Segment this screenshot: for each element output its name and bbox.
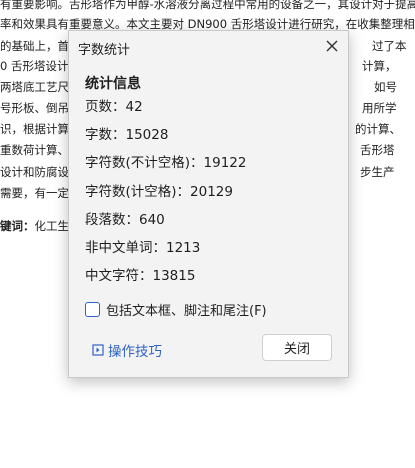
close-icon[interactable] (324, 38, 340, 54)
document-line-fragment: 如号 (374, 80, 397, 94)
tips-icon (92, 344, 104, 356)
document-line-fragment: 用所学 (362, 101, 397, 115)
tips-link[interactable]: 操作技巧 (92, 340, 162, 360)
include-textboxes-checkbox[interactable] (85, 301, 100, 317)
document-line-fragment: 舌形塔 (360, 143, 395, 157)
document-line-fragment: 计算， (362, 59, 397, 73)
tips-label[interactable]: 操作技巧 (108, 340, 162, 360)
document-line-fragment: 的计算、 (355, 122, 401, 136)
stat-chars-with-spaces: 字符数(计空格)：20129 (85, 184, 233, 200)
stat-chinese-chars: 中文字符：13815 (85, 268, 196, 284)
word-count-dialog: 字数统计 统计信息 页数：42 字数：15028 字符数(不计空格)：19122… (68, 30, 349, 378)
stat-non-chinese-words: 非中文单词：1213 (85, 240, 201, 256)
stat-words: 字数：15028 (85, 127, 169, 143)
stat-paragraphs: 段落数：640 (85, 212, 165, 228)
include-textboxes-option[interactable]: 包括文本框、脚注和尾注(F) (85, 300, 267, 319)
document-line: 有重要影响。舌形塔作为甲醇-水溶液分离过程中常用的设备之一，其设计对于提高 (0, 0, 415, 11)
document-line-fragment: 步生产 (360, 165, 395, 179)
keywords-label: 键词： (0, 219, 35, 233)
close-button[interactable]: 关闭 (262, 334, 332, 361)
dialog-title: 字数统计 (78, 43, 131, 58)
stat-chars-no-spaces: 字符数(不计空格)：19122 (85, 155, 247, 171)
document-line-fragment: 过了本 (372, 39, 407, 53)
include-textboxes-label[interactable]: 包括文本框、脚注和尾注(F) (106, 300, 267, 319)
stat-pages: 页数：42 (85, 99, 143, 115)
section-title: 统计信息 (85, 76, 141, 92)
